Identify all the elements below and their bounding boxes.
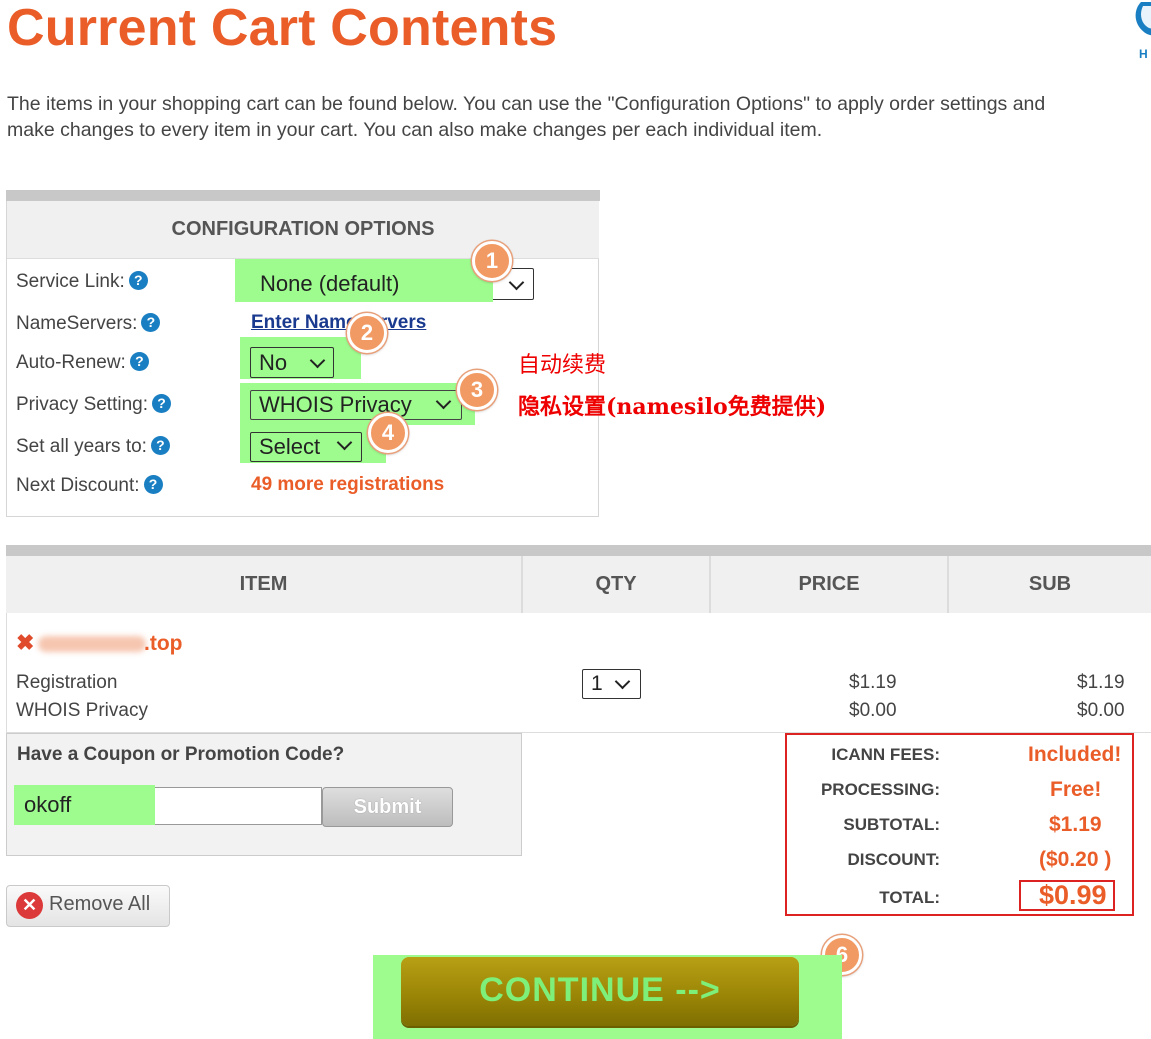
processing-value: Free! [1050, 778, 1102, 801]
step-badge-1: 1 [472, 241, 512, 281]
coupon-submit-button[interactable]: Submit [322, 787, 453, 827]
help-icon[interactable]: ? [152, 394, 171, 413]
svg-text:H: H [1139, 47, 1148, 60]
line-item-sub: $1.19 [1077, 672, 1125, 693]
domain-name-redacted [38, 636, 146, 652]
privacy-annotation: 隐私设置(namesilo免费提供) [518, 394, 827, 420]
remove-all-label: Remove All [49, 893, 151, 915]
continue-button[interactable]: CONTINUE --> [401, 957, 799, 1026]
qty-select[interactable]: 1 [582, 669, 641, 699]
help-icon[interactable]: ? [143, 475, 163, 494]
nameservers-row: NameServers:? [16, 313, 161, 335]
auto-renew-row: Auto-Renew:? [16, 352, 149, 374]
step-badge-2: 2 [347, 313, 387, 353]
remove-item-icon[interactable]: ✖ [16, 630, 34, 656]
cart-item-row [6, 613, 1151, 733]
config-topbar [6, 190, 600, 201]
column-header-price: PRICE [711, 556, 949, 613]
line-item-name: Registration [16, 672, 118, 693]
help-icon[interactable]: ? [141, 313, 161, 332]
line-item-sub: $0.00 [1077, 700, 1125, 721]
help-icon[interactable]: ? [150, 436, 170, 455]
coupon-title: Have a Coupon or Promotion Code? [17, 744, 345, 765]
column-header-qty: QTY [523, 556, 711, 613]
next-discount-value: 49 more registrations [251, 474, 445, 495]
step-badge-3: 3 [457, 370, 497, 410]
icann-fees-label: ICANN FEES: [831, 745, 940, 764]
icann-fees-value: Included! [1028, 743, 1122, 766]
line-item-name: WHOIS Privacy [16, 700, 148, 721]
subtotal-label: SUBTOTAL: [843, 815, 940, 834]
auto-renew-annotation: 自动续费 [518, 353, 607, 378]
processing-label: PROCESSING: [820, 780, 940, 799]
privacy-select[interactable]: WHOIS Privacy [250, 390, 462, 420]
step-badge-4: 4 [368, 413, 408, 453]
service-link-value: None (default) [260, 271, 400, 296]
remove-circle-icon: ✕ [16, 892, 43, 919]
line-item-price: $1.19 [849, 672, 897, 693]
column-header-sub: SUB [949, 556, 1151, 613]
help-icon[interactable]: ? [129, 352, 149, 371]
page-title: Current Cart Contents [7, 0, 558, 57]
next-discount-row: Next Discount:? [16, 475, 163, 497]
line-item-price: $0.00 [849, 700, 897, 721]
column-header-item: ITEM [6, 556, 523, 613]
enter-nameservers-link[interactable]: Enter NameServers [251, 312, 426, 334]
service-link-row: Service Link:? [16, 271, 148, 293]
discount-value: ($0.20 ) [1039, 848, 1112, 871]
help-icon[interactable]: ? [128, 271, 148, 290]
coupon-input-value: okoff [24, 792, 72, 817]
total-label: TOTAL: [879, 888, 940, 907]
domain-tld[interactable]: .top [144, 632, 182, 656]
years-row: Set all years to:? [16, 436, 170, 458]
discount-label: DISCOUNT: [847, 850, 940, 869]
cart-topbar [6, 545, 1151, 556]
privacy-row: Privacy Setting:? [16, 394, 171, 416]
total-value: $0.99 [1039, 880, 1107, 910]
subtotal-value: $1.19 [1049, 813, 1102, 836]
intro-text: The items in your shopping cart can be f… [7, 93, 1046, 141]
site-logo-icon: H [1135, 2, 1151, 60]
config-heading: CONFIGURATION OPTIONS [7, 201, 599, 259]
